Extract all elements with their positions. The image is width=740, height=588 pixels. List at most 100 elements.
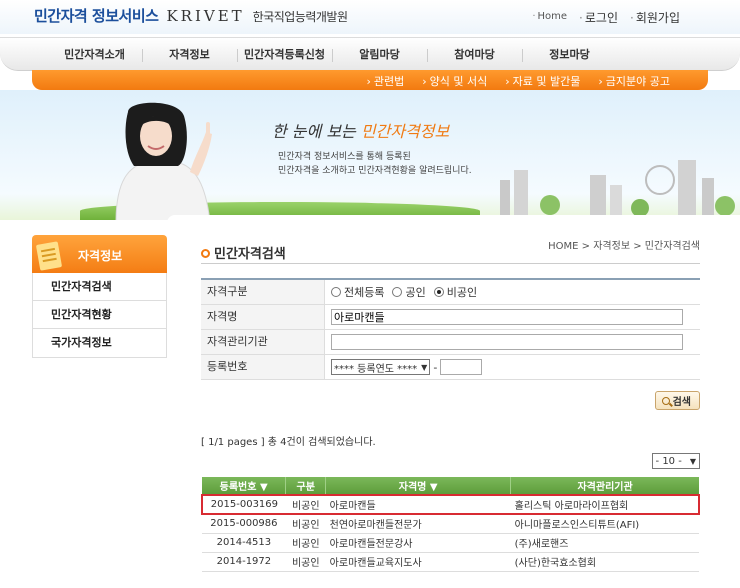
left-menu: 자격정보 민간자격검색 민간자격현황 국가자격정보 bbox=[32, 235, 167, 358]
results-table: 등록번호 ▼ 구분 자격명 ▼ 자격관리기관 2015-003169 비공인 아… bbox=[201, 477, 701, 572]
subnav-item-prohibited[interactable]: 금지분야 공고 bbox=[598, 73, 670, 89]
table-row-highlighted[interactable]: 2015-003169 비공인 아로마캔들 홀리스틱 아로마라이프협회 bbox=[201, 494, 701, 515]
krivet-logo-text: KRIVET bbox=[166, 7, 245, 25]
left-menu-item-status[interactable]: 민간자격현황 bbox=[33, 301, 166, 329]
radio-checked-icon bbox=[433, 287, 444, 297]
column-header-name[interactable]: 자격명 ▼ bbox=[325, 477, 512, 495]
left-menu-item-national[interactable]: 국가자격정보 bbox=[33, 329, 166, 357]
reg-dash: - bbox=[433, 360, 438, 374]
nav-item-information[interactable]: 정보마당 bbox=[522, 38, 617, 72]
nav-item-participation[interactable]: 참여마당 bbox=[427, 38, 522, 72]
nav-item-registration[interactable]: 민간자격등록신청 bbox=[237, 38, 332, 72]
login-link[interactable]: · 로그인 bbox=[579, 9, 618, 26]
left-menu-item-search[interactable]: 민간자격검색 bbox=[33, 273, 166, 301]
reg-number-input[interactable] bbox=[440, 359, 483, 375]
radio-uncertified-label: 비공인 bbox=[446, 286, 478, 299]
name-label: 자격명 bbox=[201, 305, 325, 329]
city-skyline-illustration bbox=[500, 160, 735, 220]
result-summary: [ 1/1 pages ] 총 4건이 검색되었습니다. bbox=[201, 437, 376, 448]
site-logo[interactable]: 민간자격 정보서비스 KRIVET 한국직업능력개발원 bbox=[34, 5, 348, 26]
main-nav: 민간자격소개 자격정보 민간자격등록신청 알림마당 참여마당 정보마당 bbox=[0, 37, 740, 71]
radio-circle-icon bbox=[331, 287, 341, 297]
cell-regno: 2015-000986 bbox=[202, 514, 286, 534]
logo-text: 민간자격 정보서비스 bbox=[34, 7, 159, 25]
join-link-label: 회원가입 bbox=[635, 11, 680, 25]
regno-label: 등록번호 bbox=[201, 355, 325, 379]
top-bar: 민간자격 정보서비스 KRIVET 한국직업능력개발원 · Home · 로그인 ·… bbox=[0, 0, 740, 34]
table-row[interactable]: 2014-4513 비공인 아로마캔들전문강사 (주)새로핸즈 bbox=[202, 533, 699, 553]
page-title-text: 민간자격검색 bbox=[214, 247, 286, 262]
radio-all[interactable]: 전체등록 bbox=[331, 284, 384, 300]
column-header-type: 구분 bbox=[285, 477, 327, 495]
cell-name[interactable]: 아로마캔들교육지도사 bbox=[325, 552, 511, 572]
woman-pointing-illustration bbox=[115, 102, 212, 220]
table-row[interactable]: 2015-000986 비공인 천연아로마캔들전문가 아니마플로스인스티튜트(A… bbox=[202, 514, 699, 534]
title-bullet-icon bbox=[201, 249, 210, 258]
reg-year-select[interactable]: **** 등록연도 **** ▼ bbox=[331, 359, 431, 375]
type-label: 자격구분 bbox=[201, 280, 325, 304]
table-row[interactable]: 2014-1972 비공인 아로마캔들교육지도사 (사단)한국효소협회 bbox=[202, 552, 699, 572]
nav-item-notice[interactable]: 알림마당 bbox=[332, 38, 427, 72]
page-size-select[interactable]: - 10 - ▼ bbox=[651, 453, 700, 469]
qualification-name-input[interactable] bbox=[331, 309, 683, 325]
nav-item-intro[interactable]: 민간자격소개 bbox=[47, 38, 142, 72]
breadcrumb-category[interactable]: 자격정보 bbox=[578, 241, 630, 252]
login-link-label: 로그인 bbox=[584, 11, 618, 25]
radio-uncertified[interactable]: 비공인 bbox=[433, 284, 478, 300]
column-header-org: 자격관리기관 bbox=[510, 477, 699, 495]
title-divider bbox=[201, 263, 700, 264]
subnav-item-publications[interactable]: 자료 및 발간물 bbox=[505, 73, 581, 89]
search-button[interactable]: 검색 bbox=[654, 391, 700, 410]
document-icon bbox=[35, 241, 63, 271]
cell-regno: 2015-003169 bbox=[201, 494, 286, 515]
cell-regno: 2014-4513 bbox=[202, 533, 286, 553]
cell-name[interactable]: 아로마캔들전문강사 bbox=[325, 533, 511, 553]
utility-links: · Home · 로그인 · 회원가입 bbox=[532, 9, 680, 26]
cell-org: 아니마플로스인스티튜트(AFI) bbox=[510, 514, 699, 534]
home-link[interactable]: · Home bbox=[532, 9, 567, 26]
hero-banner: 한 눈에 보는 민간자격정보 민간자격 정보서비스를 통해 등록된 민간자격을 … bbox=[0, 90, 740, 220]
breadcrumb-home[interactable]: HOME bbox=[548, 241, 578, 252]
breadcrumb: HOME자격정보민간자격검색 bbox=[548, 237, 700, 252]
headline-highlight: 민간자격정보 bbox=[360, 122, 450, 141]
subnav-item-forms[interactable]: 양식 및 서식 bbox=[422, 73, 488, 89]
bullet-icon: · bbox=[532, 11, 536, 22]
chevron-down-icon: ▼ bbox=[689, 456, 696, 466]
results-header-row: 등록번호 ▼ 구분 자격명 ▼ 자격관리기관 bbox=[202, 477, 699, 495]
breadcrumb-current: 민간자격검색 bbox=[630, 241, 700, 252]
form-row-org: 자격관리기관 bbox=[201, 330, 700, 355]
cell-regno: 2014-1972 bbox=[202, 552, 286, 572]
cell-type: 비공인 bbox=[285, 533, 326, 553]
cell-type: 비공인 bbox=[285, 494, 326, 515]
cell-name[interactable]: 아로마캔들 bbox=[325, 494, 511, 515]
form-row-type: 자격구분 전체등록 공인 비공인 bbox=[201, 280, 700, 305]
subnav-item-law[interactable]: 관련법 bbox=[366, 73, 404, 89]
org-logo-text: 한국직업능력개발원 bbox=[252, 10, 348, 24]
left-menu-title: 자격정보 bbox=[32, 235, 167, 273]
sub-nav: 관련법 양식 및 서식 자료 및 발간물 금지분야 공고 bbox=[32, 70, 708, 90]
cell-type: 비공인 bbox=[285, 552, 326, 572]
nav-item-qualification-info[interactable]: 자격정보 bbox=[142, 38, 237, 72]
cell-org: 홀리스틱 아로마라이프협회 bbox=[510, 494, 701, 515]
home-link-label: Home bbox=[537, 11, 568, 22]
cell-type: 비공인 bbox=[285, 514, 326, 534]
cell-name[interactable]: 천연아로마캔들전문가 bbox=[325, 514, 511, 534]
column-header-regno[interactable]: 등록번호 ▼ bbox=[202, 477, 287, 495]
join-link[interactable]: · 회원가입 bbox=[630, 9, 680, 26]
main-content: 민간자격검색 HOME자격정보민간자격검색 자격구분 전체등록 공인 비공인 자… bbox=[167, 215, 740, 588]
left-menu-title-label: 자격정보 bbox=[78, 249, 123, 263]
cell-org: (사단)한국효소협회 bbox=[510, 552, 699, 572]
form-row-name: 자격명 bbox=[201, 305, 700, 330]
managing-org-input[interactable] bbox=[331, 334, 683, 350]
page-size-value: - 10 - bbox=[655, 455, 682, 467]
search-form: 자격구분 전체등록 공인 비공인 자격명 자격관리기관 등록번호 **** 등록… bbox=[201, 278, 700, 380]
radio-circle-icon bbox=[392, 287, 403, 297]
hero-headline: 한 눈에 보는 민간자격정보 bbox=[272, 118, 449, 142]
search-icon bbox=[661, 396, 670, 405]
cell-org: (주)새로핸즈 bbox=[510, 533, 699, 553]
radio-certified-label: 공인 bbox=[405, 286, 426, 299]
radio-certified[interactable]: 공인 bbox=[392, 284, 426, 300]
radio-all-label: 전체등록 bbox=[344, 286, 385, 299]
bullet-icon: · bbox=[630, 11, 634, 25]
bullet-icon: · bbox=[579, 11, 583, 25]
